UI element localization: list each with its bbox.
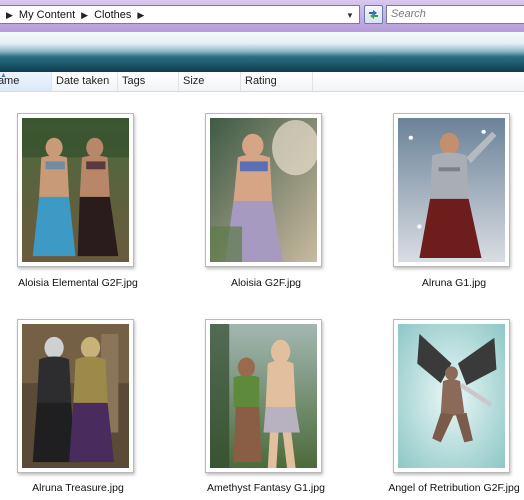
file-name[interactable]: Alruna Treasure.jpg (0, 482, 168, 494)
thumbnail-frame[interactable] (17, 319, 134, 473)
two-figures-forest-thumbnail (210, 324, 317, 468)
file-name[interactable]: Alruna G1.jpg (364, 277, 524, 289)
winged-figure-sky-thumbnail (398, 324, 505, 468)
file-name[interactable]: Amethyst Fantasy G1.jpg (176, 482, 356, 494)
column-header-date-taken[interactable]: Date taken (52, 72, 118, 91)
chevron-right-icon[interactable]: ▶ (6, 10, 13, 21)
column-header-size[interactable]: Size (179, 72, 241, 91)
chevron-right-icon[interactable]: ▶ (137, 10, 144, 21)
breadcrumb: ▶ My Content ▶ Clothes ▶ (0, 7, 150, 23)
two-armored-figures-thumbnail (22, 324, 129, 468)
file-name[interactable]: Angel of Retribution G2F.jpg (364, 482, 524, 494)
address-bar[interactable]: ▶ My Content ▶ Clothes ▶ ▼ (0, 5, 360, 24)
column-header-rating[interactable]: Rating (241, 72, 313, 91)
toolbar (0, 32, 524, 72)
chevron-down-icon[interactable]: ▼ (343, 8, 357, 22)
sort-ascending-icon: ▲ (0, 72, 7, 79)
breadcrumb-item-my-content[interactable]: My Content (19, 9, 75, 21)
column-header-tags[interactable]: Tags (118, 72, 179, 91)
two-figures-jungle-thumbnail (22, 118, 129, 262)
thumbnail-frame[interactable] (17, 113, 134, 267)
breadcrumb-item-clothes[interactable]: Clothes (94, 9, 131, 21)
navigation-bar: ▶ My Content ▶ Clothes ▶ ▼ Search (0, 0, 524, 32)
column-headers: Name ▲ Date taken Tags Size Rating (0, 72, 524, 92)
refresh-button[interactable] (364, 5, 383, 24)
refresh-icon (369, 10, 378, 19)
chevron-right-icon[interactable]: ▶ (81, 10, 88, 21)
file-name[interactable]: Aloisia Elemental G2F.jpg (0, 277, 168, 289)
column-header-name[interactable]: Name ▲ (0, 72, 52, 91)
figure-dress-jungle-thumbnail (210, 118, 317, 262)
thumbnail-frame[interactable] (205, 113, 322, 267)
file-name[interactable]: Aloisia G2F.jpg (176, 277, 356, 289)
armored-figure-snow-thumbnail (398, 118, 505, 262)
thumbnail-frame[interactable] (205, 319, 322, 473)
thumbnail-frame[interactable] (393, 113, 510, 267)
search-input[interactable]: Search (386, 5, 524, 24)
thumbnail-frame[interactable] (393, 319, 510, 473)
